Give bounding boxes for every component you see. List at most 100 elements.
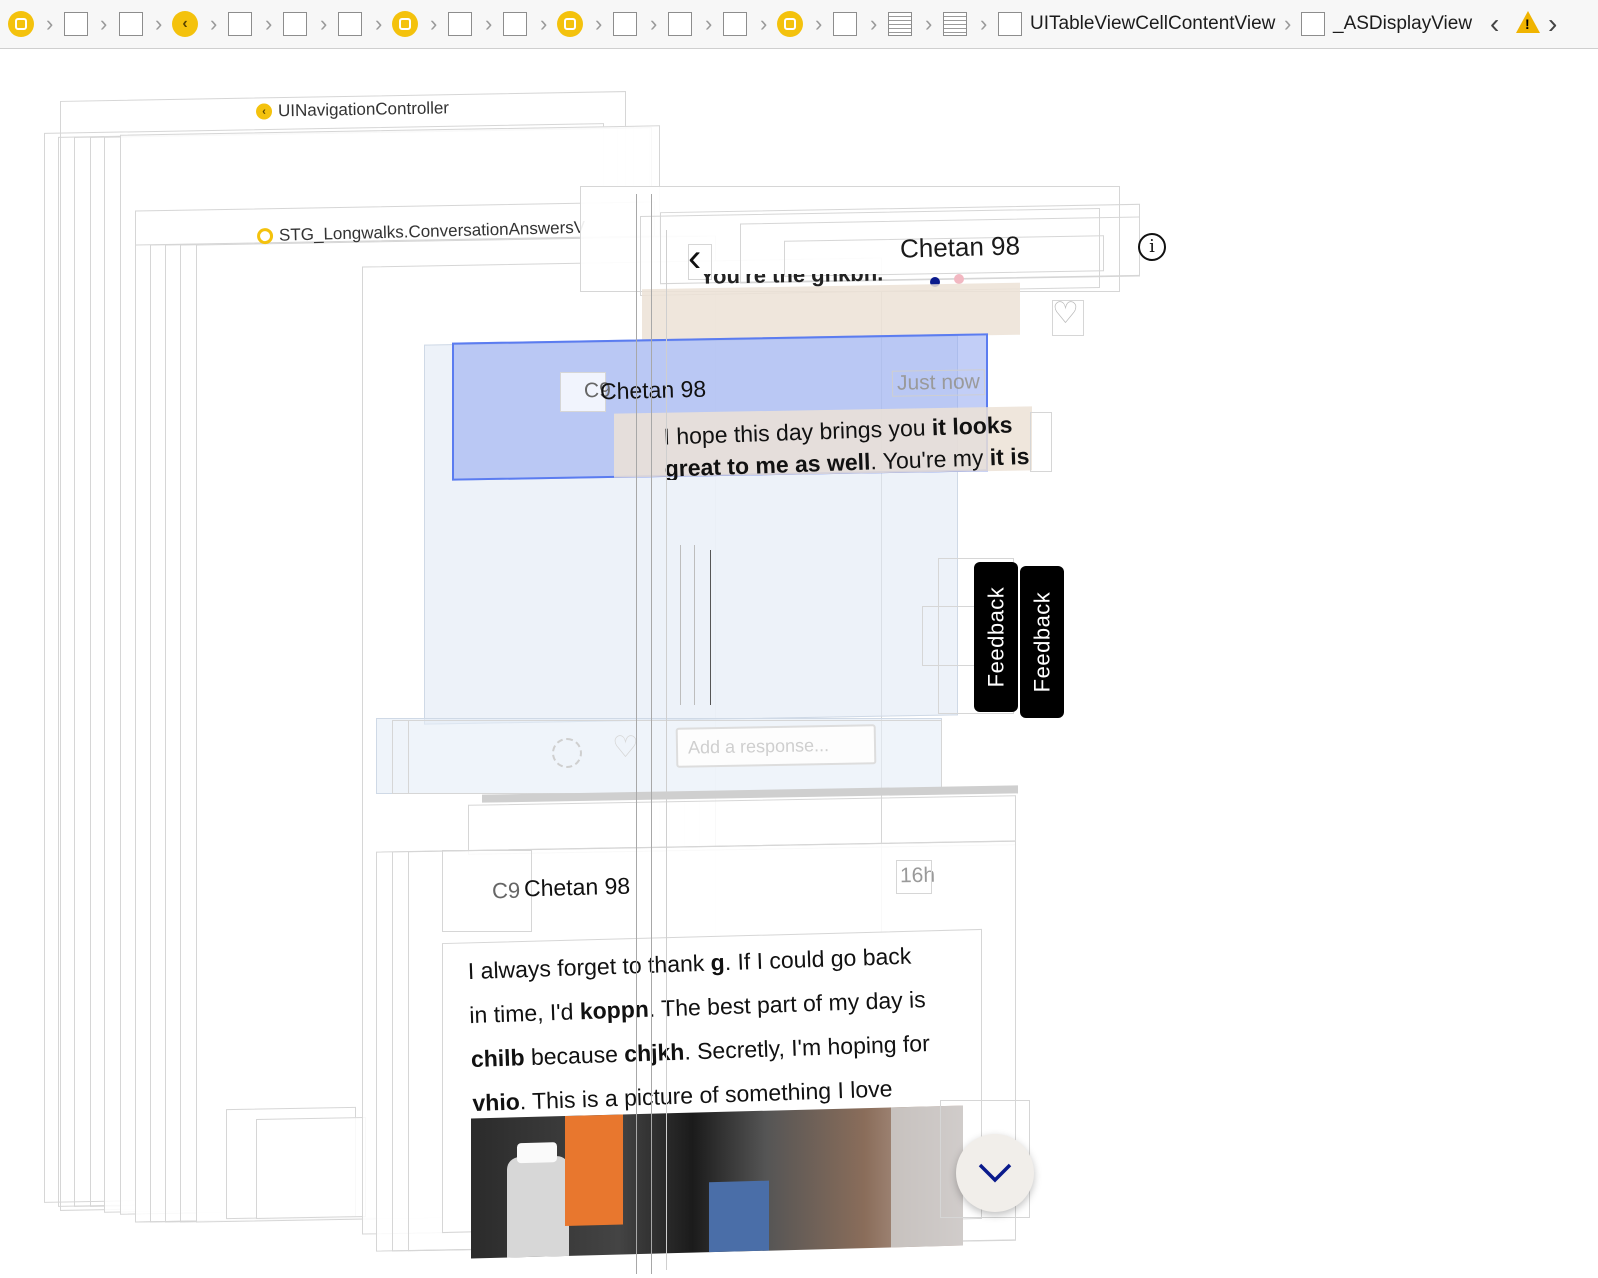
feedback-label: Feedback	[983, 586, 1008, 688]
message-bold: vhio	[472, 1088, 521, 1117]
table-cell-icon[interactable]	[943, 10, 967, 38]
chevron-right-icon: ›	[650, 11, 658, 36]
message-bold: koppn	[579, 995, 650, 1025]
chevron-right-icon: ›	[540, 11, 548, 36]
clipped-message-text: You're the ghkbh.	[700, 274, 884, 289]
view-icon[interactable]	[833, 10, 857, 38]
message-text: . The best part of my day is	[648, 986, 927, 1022]
view-icon[interactable]	[338, 10, 362, 38]
message-bold: chjkh	[623, 1038, 685, 1067]
nav-controller-name: UINavigationController	[277, 98, 450, 121]
chevron-right-icon: ›	[265, 11, 273, 36]
view-icon[interactable]	[283, 10, 307, 38]
chevron-right-icon: ›	[595, 11, 603, 36]
breadcrumb-label: UITableViewCellContentView	[1030, 13, 1276, 34]
clipped-message-container: You're the ghkbh.	[700, 274, 900, 294]
chevron-right-icon: ›	[430, 11, 438, 36]
chevron-right-icon: ›	[375, 11, 383, 36]
message-bold: chilb	[470, 1044, 526, 1073]
view-icon[interactable]	[668, 10, 692, 38]
navigation-controller-label: ‹ UINavigationController	[255, 98, 450, 121]
view-controller-icon[interactable]	[8, 10, 34, 38]
message-text: . Secretly, I'm hoping for	[683, 1030, 931, 1065]
settings-icon[interactable]	[552, 738, 582, 768]
view-icon[interactable]	[503, 10, 527, 38]
view-controller-icon[interactable]	[392, 10, 418, 38]
view-controller-icon[interactable]	[777, 10, 803, 38]
feedback-tab[interactable]: Feedback	[974, 562, 1018, 712]
warning-icon[interactable]: !	[1516, 11, 1540, 33]
layer-edge	[651, 194, 652, 1274]
layer-edge	[694, 545, 695, 705]
breadcrumb-label: _ASDisplayView	[1333, 13, 1473, 34]
navigation-controller-icon[interactable]: ‹	[172, 10, 198, 38]
message-text: because	[524, 1040, 625, 1071]
response-input[interactable]: Add a response...	[675, 724, 877, 768]
timestamp: Just now	[891, 369, 986, 397]
chevron-right-icon: ›	[320, 11, 328, 36]
message-text: . If I could go back	[724, 942, 912, 976]
scroll-down-button[interactable]	[956, 1134, 1034, 1212]
author-name[interactable]: Chetan 98	[524, 873, 631, 903]
next-issue-button[interactable]: ›	[1548, 8, 1557, 40]
navigation-controller-icon: ‹	[255, 103, 273, 120]
avatar-initials: C9	[491, 877, 521, 904]
jump-bar: › › › ‹ › › › › › › › › › › › › › › › UI…	[0, 0, 1598, 49]
view-controller-icon	[256, 227, 274, 245]
heart-icon[interactable]: ♡	[1052, 296, 1079, 331]
layer-edge	[666, 230, 667, 1270]
chevron-right-icon: ›	[705, 11, 713, 36]
chevron-right-icon: ›	[485, 11, 493, 36]
chevron-right-icon: ›	[100, 11, 108, 36]
message-text: . You're my	[869, 444, 991, 475]
chevron-right-icon: ›	[925, 11, 933, 36]
view-icon[interactable]	[448, 10, 472, 38]
view-icon[interactable]	[228, 10, 252, 38]
author-name[interactable]: Chetan 98	[600, 376, 707, 406]
message-body: I hope this day brings you it looks grea…	[664, 414, 1064, 480]
view-icon	[1301, 12, 1325, 36]
message-bold: it is	[989, 442, 1030, 471]
message-body: I always forget to thank g. If I could g…	[467, 931, 993, 1125]
chevron-right-icon: ›	[155, 11, 163, 36]
feedback-tab[interactable]: Feedback	[1020, 566, 1064, 718]
message-bold: g	[710, 949, 726, 976]
chevron-right-icon: ›	[1284, 11, 1292, 36]
chevron-right-icon: ›	[760, 11, 768, 36]
bottle-cap-shape	[517, 1142, 557, 1164]
info-button[interactable]: i	[1138, 233, 1166, 261]
layer-edge	[680, 545, 681, 705]
heart-icon[interactable]: ♡	[612, 730, 639, 765]
previous-issue-button[interactable]: ‹	[1490, 8, 1499, 40]
chevron-down-icon	[978, 1163, 1012, 1183]
view-icon[interactable]	[119, 10, 143, 38]
chevron-right-icon: ›	[210, 11, 218, 36]
feedback-label: Feedback	[1029, 591, 1054, 693]
view-icon	[998, 12, 1022, 36]
message-text: I always forget to thank	[467, 949, 712, 985]
view-icon[interactable]	[64, 10, 88, 38]
breadcrumb-cell-content-view[interactable]: UITableViewCellContentView	[998, 10, 1275, 38]
table-view-icon[interactable]	[888, 10, 912, 38]
message-photo[interactable]	[471, 1105, 963, 1259]
view-icon[interactable]	[613, 10, 637, 38]
message-bold: it looks	[931, 414, 1013, 441]
view-controller-icon[interactable]	[557, 10, 583, 38]
navbar-title: Chetan 98	[899, 230, 1021, 264]
message-bold: great to me as well	[664, 448, 871, 480]
layer-frame	[1030, 412, 1052, 472]
chevron-right-icon: ›	[46, 11, 54, 36]
layer-frame	[256, 1117, 366, 1219]
chevron-right-icon: ›	[980, 11, 988, 36]
message-text: in time, I'd	[468, 998, 581, 1029]
chevron-right-icon: ›	[870, 11, 878, 36]
message-text: I hope this day brings you	[664, 414, 933, 450]
chevron-right-icon: ›	[815, 11, 823, 36]
layer-edge	[710, 550, 711, 705]
breadcrumb-display-view[interactable]: _ASDisplayView	[1301, 10, 1472, 38]
orange-object-shape	[565, 1114, 623, 1226]
view-icon[interactable]	[723, 10, 747, 38]
page-dot-inactive	[954, 274, 964, 284]
timestamp-frame	[896, 860, 932, 894]
layer-edge	[636, 194, 637, 1274]
